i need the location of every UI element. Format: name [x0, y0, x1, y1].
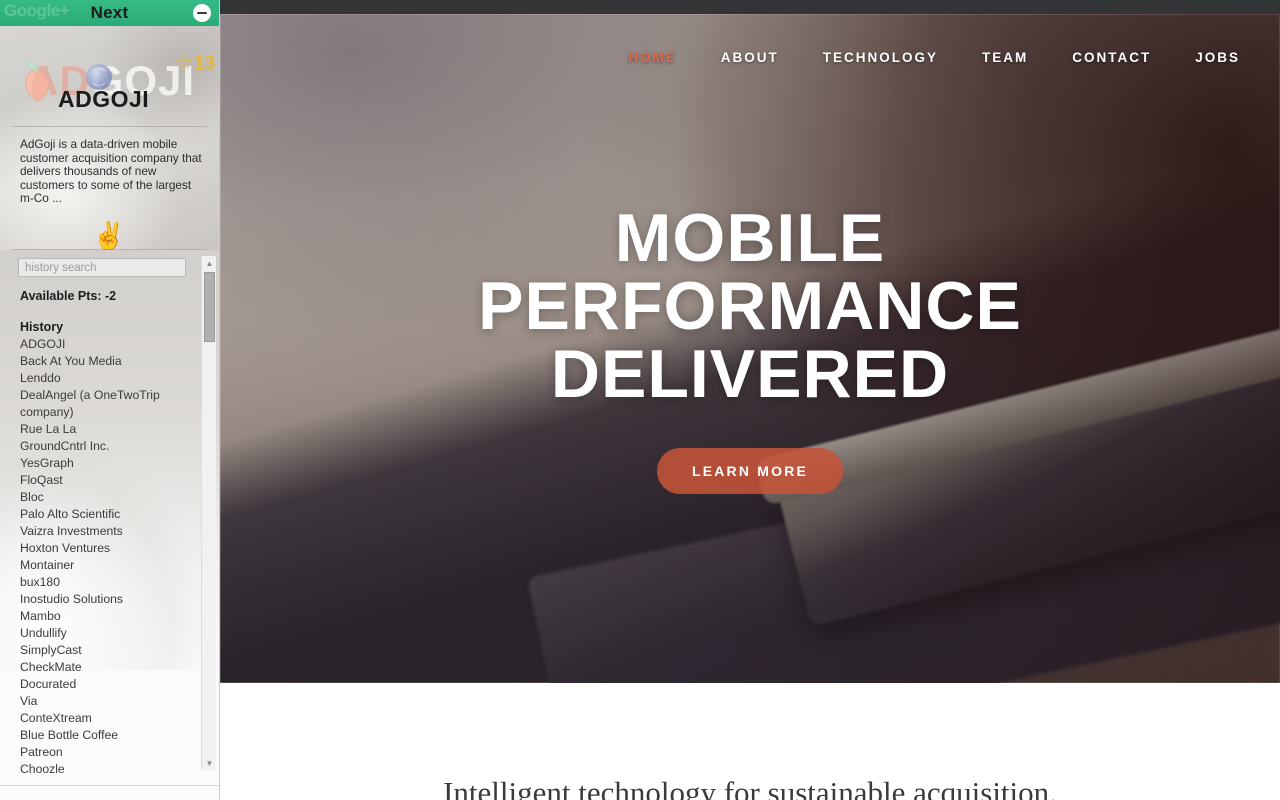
- history-list-item[interactable]: Undullify: [20, 625, 197, 642]
- star-badge: ☆ 13: [175, 53, 215, 73]
- history-list-item[interactable]: Vaizra Investments: [20, 523, 197, 540]
- history-list-item[interactable]: GroundCntrl Inc.: [20, 438, 197, 455]
- history-list-item[interactable]: Lenddo: [20, 370, 197, 387]
- company-card: ADGOJI ADGOJI ☆ 13 AdGoji is a data-driv…: [0, 26, 219, 250]
- scroll-down-arrow-icon[interactable]: ▼: [202, 756, 217, 770]
- nav-item-contact[interactable]: CONTACT: [1050, 44, 1173, 71]
- history-list-item[interactable]: DealAngel (a OneTwoTrip company): [20, 387, 197, 421]
- nav-item-home[interactable]: HOME: [606, 44, 699, 71]
- history-list-item[interactable]: YesGraph: [20, 455, 197, 472]
- history-list-item[interactable]: Rue La La: [20, 421, 197, 438]
- history-panel: Available Pts: -2 History ADGOJIBack At …: [0, 250, 219, 800]
- history-search-input[interactable]: [18, 258, 186, 277]
- browser-extension-panel: Google+ Next ADGOJI ADGOJI ☆ 13 AdGoji i…: [0, 0, 220, 800]
- extension-header: Google+ Next: [0, 0, 219, 26]
- history-scrollbar[interactable]: ▲ ▼: [201, 256, 216, 770]
- card-divider: [12, 126, 207, 127]
- nav-item-jobs[interactable]: JOBS: [1173, 44, 1262, 71]
- google-plus-label: Google+: [4, 1, 69, 20]
- hero-headline-line-3: DELIVERED: [550, 336, 950, 412]
- hero-banner: HOME ABOUT TECHNOLOGY TEAM CONTACT JOBS …: [220, 14, 1280, 683]
- available-points-label: Available Pts: -2: [20, 289, 117, 303]
- history-list-item[interactable]: Inostudio Solutions: [20, 591, 197, 608]
- history-list-item[interactable]: Bloc: [20, 489, 197, 506]
- hero-cta-wrap: LEARN MORE: [220, 448, 1280, 494]
- site-navigation: HOME ABOUT TECHNOLOGY TEAM CONTACT JOBS: [606, 44, 1262, 71]
- history-list: History ADGOJI Back At You Media Lenddo Dea…: [0, 319, 219, 778]
- history-search-row: [0, 250, 219, 277]
- hero-headline-line-2: PERFORMANCE: [478, 268, 1022, 344]
- minus-icon[interactable]: [193, 4, 211, 22]
- history-list-item[interactable]: FloQast: [20, 472, 197, 489]
- star-icon: ☆: [174, 52, 193, 74]
- history-list-item[interactable]: Docurated: [20, 676, 197, 693]
- history-list-item[interactable]: SimplyCast: [20, 642, 197, 659]
- browser-top-strip: [220, 0, 1280, 14]
- card-logo-row: ADGOJI ADGOJI ☆ 13: [0, 26, 219, 112]
- history-list-item[interactable]: Mambo: [20, 608, 197, 625]
- scrollbar-thumb[interactable]: [204, 272, 215, 342]
- history-list-item[interactable]: ConteXtream: [20, 710, 197, 727]
- website-page: HOME ABOUT TECHNOLOGY TEAM CONTACT JOBS …: [220, 0, 1280, 800]
- history-list-item[interactable]: Montainer: [20, 557, 197, 574]
- hero-headline-line-1: MOBILE: [614, 200, 886, 276]
- history-list-item[interactable]: Choozle: [20, 761, 197, 778]
- history-list-item[interactable]: CheckMate: [20, 659, 197, 676]
- nav-item-technology[interactable]: TECHNOLOGY: [801, 44, 960, 71]
- history-list-item[interactable]: Back At You Media: [20, 353, 197, 370]
- nav-item-about[interactable]: ABOUT: [699, 44, 801, 71]
- hero-text-block: MOBILE PERFORMANCE DELIVERED LEARN MORE: [220, 204, 1280, 494]
- history-list-item[interactable]: Blue Bottle Coffee: [20, 727, 197, 744]
- learn-more-button[interactable]: LEARN MORE: [656, 448, 844, 494]
- nav-item-team[interactable]: TEAM: [960, 44, 1050, 71]
- history-list-item[interactable]: Patreon: [20, 744, 197, 761]
- history-list-item[interactable]: bux180: [20, 574, 197, 591]
- hero-headline: MOBILE PERFORMANCE DELIVERED: [220, 204, 1280, 408]
- star-count: 13: [193, 52, 215, 74]
- history-list-item[interactable]: Palo Alto Scientific: [20, 506, 197, 523]
- history-list-item[interactable]: Via: [20, 693, 197, 710]
- company-description: AdGoji is a data-driven mobile customer …: [20, 137, 202, 206]
- company-name: ADGOJI: [58, 86, 150, 112]
- history-list-item[interactable]: Hoxton Ventures: [20, 540, 197, 557]
- scroll-up-arrow-icon[interactable]: ▲: [202, 256, 217, 270]
- next-button-label[interactable]: Next: [91, 3, 129, 23]
- history-list-item[interactable]: ADGOJI: [20, 336, 197, 353]
- intro-section-heading: Intelligent technology for sustainable a…: [443, 775, 1057, 800]
- history-list-title: History: [20, 320, 64, 334]
- extension-footer-rule: [0, 785, 219, 786]
- goji-berry-icon: [25, 60, 49, 102]
- angellist-peace-hand-icon[interactable]: ✌: [92, 220, 126, 250]
- intro-section: Intelligent technology for sustainable a…: [220, 683, 1280, 800]
